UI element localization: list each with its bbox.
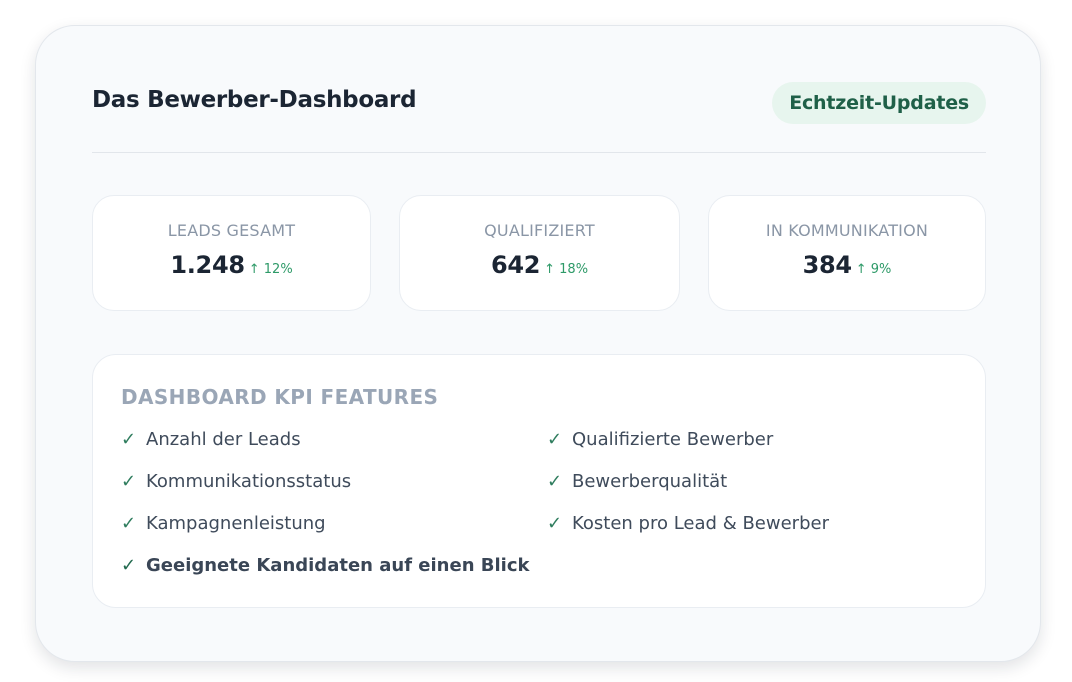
- features-title: DASHBOARD KPI FEATURES: [121, 385, 439, 409]
- trend-up-indicator: ↑ 18%: [544, 262, 589, 277]
- card-header: Das Bewerber-Dashboard Echtzeit-Updates: [92, 82, 986, 152]
- stat-label: IN KOMMUNIKATION: [765, 221, 929, 240]
- check-icon: ✓: [547, 471, 563, 492]
- feature-item: ✓ Kampagnenleistung: [121, 512, 326, 536]
- dashboard-title: Das Bewerber-Dashboard: [92, 87, 417, 113]
- feature-item: ✓ Kosten pro Lead & Bewerber: [547, 512, 829, 536]
- trend-up-indicator: ↑ 9%: [855, 262, 892, 277]
- feature-label: Bewerberqualität: [572, 471, 728, 492]
- check-icon: ✓: [121, 555, 137, 576]
- check-icon: ✓: [121, 429, 137, 450]
- stat-value-row: 384 ↑ 9%: [709, 251, 985, 279]
- stat-value-row: 642 ↑ 18%: [400, 251, 679, 279]
- feature-item: ✓ Qualifizierte Bewerber: [547, 428, 773, 452]
- stat-label: QUALIFIZIERT: [484, 221, 595, 240]
- feature-item: ✓ Anzahl der Leads: [121, 428, 301, 452]
- feature-item: ✓ Kommunikationsstatus: [121, 470, 351, 494]
- feature-item-highlight: ✓ Geeignete Kandidaten auf einen Blick: [121, 554, 529, 578]
- stat-card-qualified: QUALIFIZIERT 642 ↑ 18%: [399, 195, 680, 311]
- feature-label: Kosten pro Lead & Bewerber: [572, 513, 829, 534]
- feature-item: ✓ Bewerberqualität: [547, 470, 727, 494]
- stat-card-leads-total: LEADS GESAMT 1.248 ↑ 12%: [92, 195, 371, 311]
- stats-row: LEADS GESAMT 1.248 ↑ 12% QUALIFIZIERT 642…: [92, 195, 986, 311]
- feature-label: Geeignete Kandidaten auf einen Blick: [146, 555, 530, 576]
- stat-value: 642: [490, 251, 541, 279]
- check-icon: ✓: [121, 471, 137, 492]
- check-icon: ✓: [547, 429, 563, 450]
- feature-label: Kampagnenleistung: [146, 513, 326, 534]
- feature-label: Qualifizierte Bewerber: [572, 429, 774, 450]
- feature-label: Anzahl der Leads: [146, 429, 301, 450]
- kpi-features-panel: DASHBOARD KPI FEATURES ✓ Anzahl der Leads…: [92, 354, 986, 608]
- check-icon: ✓: [547, 513, 563, 534]
- stat-value-row: 1.248 ↑ 12%: [93, 251, 370, 279]
- feature-label: Kommunikationsstatus: [146, 471, 352, 492]
- realtime-updates-badge: Echtzeit-Updates: [772, 82, 986, 124]
- stat-label: LEADS GESAMT: [167, 221, 296, 240]
- dashboard-card: Das Bewerber-Dashboard Echtzeit-Updates …: [35, 25, 1041, 662]
- stat-value: 1.248: [170, 251, 245, 279]
- trend-up-indicator: ↑ 12%: [248, 262, 293, 277]
- stat-card-in-communication: IN KOMMUNIKATION 384 ↑ 9%: [708, 195, 986, 311]
- header-divider: [92, 152, 986, 153]
- stat-value: 384: [802, 251, 853, 279]
- check-icon: ✓: [121, 513, 137, 534]
